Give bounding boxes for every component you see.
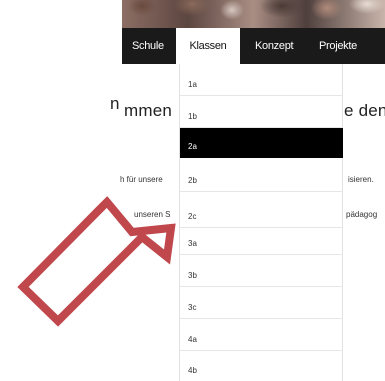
dropdown-item-3a[interactable]: 3a xyxy=(180,228,343,255)
page-heading-fragment-left: n xyxy=(110,94,120,113)
nav-item-projekte[interactable]: Projekte xyxy=(319,28,357,64)
dropdown-item-3b[interactable]: 3b xyxy=(180,255,343,287)
dropdown-item-4b[interactable]: 4b xyxy=(180,351,343,381)
nav-item-konzept[interactable]: Konzept xyxy=(255,28,294,64)
klassen-dropdown-menu: 1a 1b 2a 2b 2c 3a 3b 3c 4a 4b xyxy=(179,64,343,381)
page-text-fragment-line1-left: h für unsere xyxy=(120,175,163,184)
dropdown-item-2c[interactable]: 2c xyxy=(180,192,343,228)
page-text-fragment-line2-right: pädagog xyxy=(346,210,378,219)
page-heading-fragment-middle: mmen xyxy=(124,101,173,120)
nav-item-schule[interactable]: Schule xyxy=(132,28,164,64)
main-navigation: Schule Klassen Konzept Projekte xyxy=(122,28,385,64)
page-text-fragment-line2-left: unseren S xyxy=(134,210,171,219)
dropdown-item-3c[interactable]: 3c xyxy=(180,287,343,319)
dropdown-item-1a[interactable]: 1a xyxy=(180,64,343,96)
dropdown-item-2a[interactable]: 2a xyxy=(180,128,343,158)
dropdown-item-4a[interactable]: 4a xyxy=(180,319,343,351)
dropdown-item-2b[interactable]: 2b xyxy=(180,158,343,192)
dropdown-item-1b[interactable]: 1b xyxy=(180,96,343,128)
screenshot-stage: Schule Klassen Konzept Projekte n mmen e… xyxy=(0,0,385,381)
header-photo xyxy=(122,0,385,28)
page-heading-fragment-right: e den xyxy=(344,101,385,120)
nav-item-klassen[interactable]: Klassen xyxy=(176,28,240,64)
page-text-fragment-line1-right: isieren. xyxy=(348,175,374,184)
